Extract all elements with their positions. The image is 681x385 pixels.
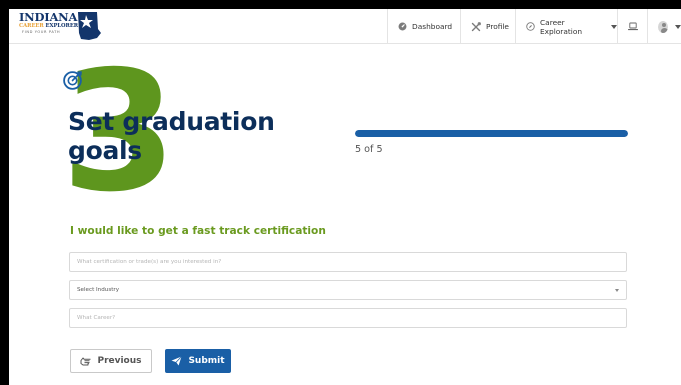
nav-saved-items-button[interactable] (617, 9, 647, 44)
step-title: Set graduation goals (68, 107, 275, 165)
app-window: INDIANA CAREER EXPLORER FIND YOUR PATH D… (9, 9, 681, 385)
step-progress-fill (355, 130, 628, 137)
dashboard-gauge-icon (398, 22, 407, 31)
career-input[interactable] (69, 308, 627, 328)
submit-button[interactable]: Submit (165, 349, 231, 373)
submit-button-label: Submit (188, 356, 225, 366)
logo-explorer: EXPLORER (45, 23, 79, 29)
industry-select-value: Select Industry (77, 287, 120, 293)
paper-plane-icon (171, 356, 183, 366)
step-progress-text: 5 of 5 (355, 144, 383, 155)
previous-button[interactable]: Previous (70, 349, 152, 373)
logo-subtitle: CAREER EXPLORER (19, 23, 78, 29)
previous-hand-icon (80, 357, 91, 365)
logo-wordmark: INDIANA (19, 10, 78, 24)
chevron-down-icon (675, 24, 681, 29)
compass-icon (526, 22, 535, 31)
profile-tools-icon (471, 21, 481, 31)
chevron-down-icon (615, 288, 619, 292)
previous-button-label: Previous (97, 356, 142, 366)
nav-dashboard[interactable]: Dashboard (387, 9, 460, 44)
nav-career-exploration-label: Career Exploration (540, 17, 583, 36)
nav-profile[interactable]: Profile (460, 9, 515, 44)
industry-select[interactable]: Select Industry (69, 280, 627, 300)
user-avatar-icon (658, 20, 668, 33)
step-progress-bar (355, 130, 628, 137)
section-heading: I would like to get a fast track certifi… (70, 225, 326, 237)
nav-career-exploration-dropdown[interactable]: Career Exploration (515, 9, 617, 44)
indiana-state-icon (78, 12, 101, 40)
laptop-icon (627, 22, 638, 31)
logo-career: CAREER (19, 23, 44, 29)
goal-target-icon (63, 71, 82, 90)
nav-profile-label: Profile (486, 22, 509, 31)
certification-input[interactable] (69, 252, 627, 272)
nav-account-menu[interactable] (647, 9, 681, 44)
top-navigation-bar: INDIANA CAREER EXPLORER FIND YOUR PATH D… (9, 9, 681, 44)
nav-dashboard-label: Dashboard (412, 22, 453, 31)
indiana-career-explorer-logo[interactable]: INDIANA CAREER EXPLORER FIND YOUR PATH (13, 11, 133, 41)
logo-tagline: FIND YOUR PATH (22, 30, 61, 34)
